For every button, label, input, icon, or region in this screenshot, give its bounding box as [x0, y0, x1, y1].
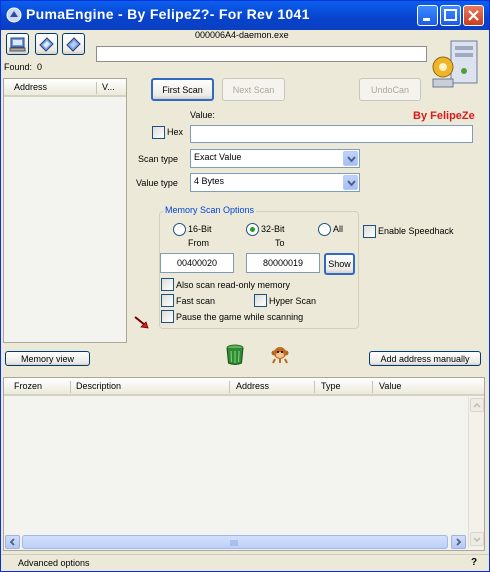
hex-checkbox[interactable] — [152, 126, 165, 139]
process-select-icon — [9, 37, 26, 51]
column-address[interactable]: Address — [236, 378, 269, 395]
scroll-left-button[interactable] — [5, 535, 20, 549]
save-file-icon — [66, 36, 81, 52]
column-frozen[interactable]: Frozen — [14, 378, 42, 395]
to-label: To — [275, 238, 285, 248]
value-type-label: Value type — [136, 178, 178, 188]
save-table-button[interactable] — [62, 33, 85, 55]
hex-label: Hex — [167, 127, 184, 137]
branding-label: By FelipeZe — [413, 110, 475, 122]
open-table-button[interactable] — [35, 33, 58, 55]
chevron-right-icon — [456, 538, 462, 546]
value-type-value: 4 Bytes — [194, 176, 225, 186]
from-address-input[interactable]: 00400020 — [160, 253, 234, 273]
scroll-right-button[interactable] — [451, 535, 466, 549]
radio-32-bit[interactable] — [246, 223, 259, 236]
scan-type-value: Exact Value — [194, 152, 242, 162]
red-arrow-icon[interactable] — [134, 316, 150, 330]
memory-view-button[interactable]: Memory view — [5, 351, 90, 366]
close-button[interactable] — [463, 5, 484, 26]
column-type[interactable]: Type — [321, 378, 341, 395]
pause-game-checkbox[interactable] — [161, 310, 174, 323]
window-title: PumaEngine - By FelipeZ?- For Rev 1041 — [26, 6, 310, 22]
chevron-down-icon[interactable] — [343, 151, 358, 166]
minimize-button[interactable] — [417, 5, 438, 26]
add-address-manually-button[interactable]: Add address manually — [369, 351, 481, 366]
settings-computer-icon[interactable] — [429, 37, 485, 91]
status-bar: Advanced options ? — [1, 554, 489, 571]
fast-scan-label: Fast scan — [176, 296, 216, 306]
memory-scan-options-title: Memory Scan Options — [163, 205, 257, 215]
grip-icon — [230, 540, 238, 546]
value-label: Value: — [190, 110, 215, 120]
scroll-up-button[interactable] — [470, 398, 484, 412]
found-count: 0 — [37, 62, 43, 72]
horizontal-scroll-thumb[interactable] — [22, 535, 448, 549]
radio-all[interactable] — [318, 223, 331, 236]
radio-16-bit-label: 16-Bit — [188, 224, 212, 234]
show-memory-button[interactable]: Show — [324, 253, 355, 275]
scroll-down-button[interactable] — [470, 532, 484, 546]
results-column-value[interactable]: V... — [102, 79, 115, 96]
from-label: From — [188, 238, 209, 248]
speedhack-checkbox[interactable] — [363, 225, 376, 238]
scan-type-select[interactable]: Exact Value — [190, 149, 360, 168]
next-scan-button[interactable]: Next Scan — [222, 78, 285, 101]
scan-type-label: Scan type — [138, 154, 179, 164]
radio-all-label: All — [333, 224, 344, 234]
found-label: Found: — [4, 62, 33, 72]
vertical-scrollbar[interactable] — [468, 397, 484, 548]
monkey-icon[interactable] — [271, 346, 289, 364]
radio-32-bit-label: 32-Bit — [261, 224, 285, 234]
results-list-header: Address V... — [4, 79, 126, 97]
title-bar[interactable]: PumaEngine - By FelipeZ?- For Rev 1041 — [1, 1, 489, 30]
maximize-icon — [444, 9, 457, 21]
select-process-button[interactable] — [6, 33, 29, 55]
minimize-icon — [423, 18, 430, 21]
speedhack-label: Enable Speedhack — [378, 226, 454, 236]
value-type-select[interactable]: 4 Bytes — [190, 173, 360, 192]
fast-scan-checkbox[interactable] — [161, 294, 174, 307]
main-window: PumaEngine - By FelipeZ?- For Rev 1041 0… — [0, 0, 490, 572]
address-table[interactable]: Frozen Description Address Type Value — [3, 377, 485, 551]
radio-16-bit[interactable] — [173, 223, 186, 236]
hyper-scan-label: Hyper Scan — [269, 296, 317, 306]
maximize-button[interactable] — [440, 5, 461, 26]
close-icon — [468, 10, 479, 21]
chevron-down-icon[interactable] — [343, 175, 358, 190]
chevron-left-icon — [9, 538, 15, 546]
trash-can-icon[interactable] — [225, 344, 245, 366]
help-button[interactable]: ? — [471, 557, 477, 568]
readonly-memory-label: Also scan read-only memory — [176, 280, 291, 290]
column-value[interactable]: Value — [379, 378, 401, 395]
hyper-scan-checkbox[interactable] — [254, 294, 267, 307]
process-name: 000006A4-daemon.exe — [195, 30, 289, 40]
scan-progress-bar — [96, 46, 427, 62]
results-column-address[interactable]: Address — [14, 79, 47, 96]
horizontal-scrollbar[interactable] — [4, 534, 468, 550]
found-results-list[interactable]: Address V... — [3, 78, 127, 343]
column-description[interactable]: Description — [76, 378, 121, 395]
open-file-icon — [39, 36, 54, 52]
chevron-down-icon — [473, 537, 481, 543]
app-icon — [6, 7, 22, 23]
advanced-options-link[interactable]: Advanced options — [18, 558, 90, 568]
to-address-input[interactable]: 80000019 — [246, 253, 320, 273]
address-table-header: Frozen Description Address Type Value — [4, 378, 484, 396]
first-scan-button[interactable]: First Scan — [151, 78, 214, 101]
undo-scan-button[interactable]: UndoCan — [359, 78, 421, 101]
value-input[interactable] — [190, 125, 473, 143]
readonly-memory-checkbox[interactable] — [161, 278, 174, 291]
chevron-up-icon — [473, 402, 481, 408]
pause-game-label: Pause the game while scanning — [176, 312, 304, 322]
